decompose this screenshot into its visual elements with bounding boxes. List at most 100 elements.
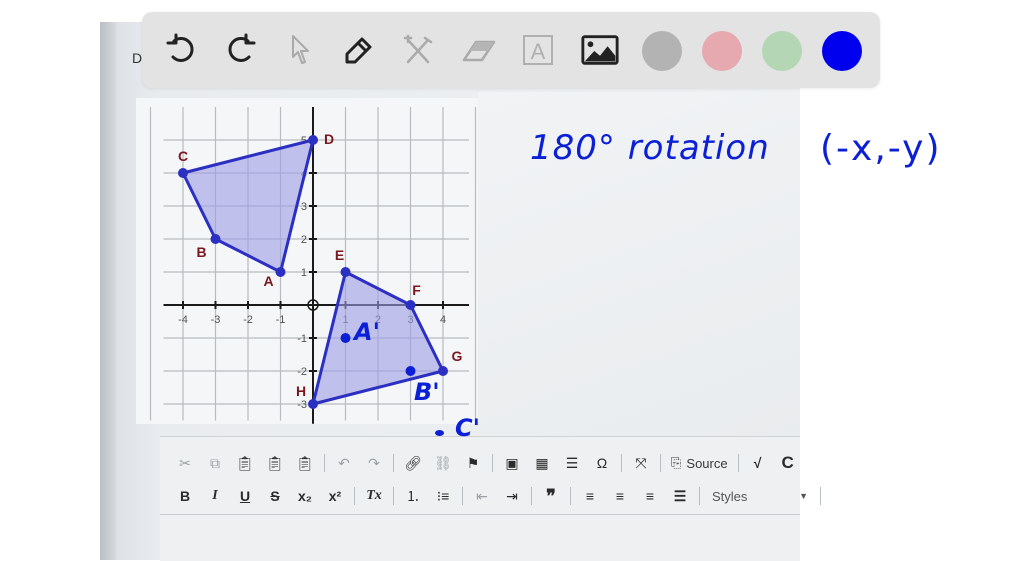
color-swatch-blue[interactable]	[822, 31, 862, 71]
horizontal-rule-button[interactable]: ☰	[557, 451, 587, 475]
paste-word-button[interactable]: 📋︎	[290, 451, 320, 475]
vertex-e	[340, 267, 351, 277]
document-partial-text: D	[132, 50, 143, 66]
image-icon: ▣	[505, 454, 519, 471]
color-swatch-pink[interactable]	[702, 31, 742, 71]
handwritten-c-prime: C'	[455, 414, 480, 442]
superscript-button[interactable]: x²	[320, 484, 350, 508]
y-tick-label: 1	[301, 267, 307, 279]
y-tick-label: 2	[301, 234, 307, 246]
bold-label: B	[179, 488, 191, 504]
undo-icon	[166, 33, 194, 62]
special-char-button[interactable]: Ω	[587, 451, 617, 475]
toolbar-separator	[393, 487, 394, 505]
source-icon: ⎘	[671, 455, 682, 470]
eraser-icon	[462, 40, 496, 62]
link-icon: 🔗︎	[404, 454, 422, 471]
cut-button[interactable]: ✂	[170, 451, 200, 475]
editor-undo-button[interactable]: ↶	[329, 451, 359, 475]
subscript-button[interactable]: x₂	[290, 484, 320, 508]
maximize-icon: ⤧	[635, 454, 647, 471]
arrow-right-icon: ↷	[368, 454, 380, 471]
toolbar-separator	[660, 454, 661, 472]
numbered-list-button[interactable]: ⒈	[398, 484, 428, 508]
pen-tool-button[interactable]	[338, 30, 378, 70]
underline-button[interactable]: U	[230, 484, 260, 508]
clear-format-button[interactable]: Tx	[359, 484, 389, 508]
clear-format-label: Tx	[366, 488, 382, 503]
bullet-list-button[interactable]: ⁝≡	[428, 484, 458, 508]
styles-dropdown[interactable]: Styles ▼	[704, 484, 816, 508]
insert-image-button[interactable]: ▣	[497, 451, 527, 475]
source-label: Source	[686, 455, 728, 471]
bold-button[interactable]: B	[170, 484, 200, 508]
vertex-label-d: D	[324, 131, 334, 147]
outdent-button[interactable]: ⇤	[467, 484, 497, 508]
photo-edge	[100, 22, 116, 560]
align-left-icon: ≡	[585, 488, 595, 504]
insert-table-button[interactable]: ▦	[527, 451, 557, 475]
color-swatch-gray[interactable]	[642, 31, 682, 71]
coordinate-graph: -4-3-2-1123454321-1-2-3ABCDEFGH	[149, 107, 477, 424]
align-right-button[interactable]: ≡	[635, 484, 665, 508]
graph-card: -4-3-2-1123454321-1-2-3ABCDEFGH	[136, 98, 478, 424]
italic-button[interactable]: I	[200, 484, 230, 508]
c-button[interactable]: C	[773, 451, 803, 475]
horizontal-rule-icon: ☰	[565, 454, 579, 471]
undo-button[interactable]	[162, 30, 202, 70]
unlink-icon: ⛓	[434, 454, 452, 471]
table-icon: ▦	[535, 454, 549, 471]
toolbar-separator	[462, 487, 463, 505]
toolbar-separator	[570, 487, 571, 505]
justify-icon: ☰	[673, 487, 687, 504]
vertex-d	[308, 135, 318, 145]
redo-icon	[228, 33, 256, 62]
editor-redo-button[interactable]: ↷	[359, 451, 389, 475]
toolbar-separator	[393, 454, 394, 472]
tools-button[interactable]	[398, 30, 438, 70]
paste-button[interactable]: 📋︎	[230, 451, 260, 475]
editor-toolbar-row-2: B I U S x₂ x² Tx ⒈ ⁝≡ ⇤ ⇥ ❞ ≡ ≡ ≡ ☰ Styl…	[170, 482, 825, 510]
quote-icon: ❞	[546, 485, 556, 506]
unlink-button[interactable]: ⛓	[428, 451, 458, 475]
align-center-button[interactable]: ≡	[605, 484, 635, 508]
blockquote-button[interactable]: ❞	[536, 484, 566, 508]
link-button[interactable]: 🔗︎	[398, 451, 428, 475]
select-tool-button[interactable]	[280, 30, 320, 70]
justify-button[interactable]: ☰	[665, 484, 695, 508]
eraser-tool-button[interactable]	[458, 30, 498, 70]
outdent-icon: ⇤	[476, 487, 488, 504]
text-tool-button[interactable]: A	[518, 30, 558, 70]
arrow-left-icon: ↶	[338, 454, 350, 471]
toolbar-separator	[492, 454, 493, 472]
math-button[interactable]: √	[743, 451, 773, 475]
insert-image-tool-button[interactable]	[580, 30, 620, 70]
c-prime-dot	[435, 430, 444, 436]
strikethrough-button[interactable]: S	[260, 484, 290, 508]
strike-label: S	[270, 488, 280, 504]
square-root-icon: √	[753, 455, 762, 471]
flag-icon: ⚑	[466, 454, 480, 471]
italic-label: I	[212, 488, 218, 503]
drawing-toolbar: A	[142, 12, 880, 88]
redo-button[interactable]	[220, 30, 260, 70]
vertex-h	[308, 399, 318, 409]
x-tick-label: -3	[211, 314, 221, 326]
paste-text-button[interactable]: 📋︎	[260, 451, 290, 475]
anchor-button[interactable]: ⚑	[458, 451, 488, 475]
vertex-label-h: H	[296, 383, 306, 399]
editor-toolbar-row-1: ✂ ⧉ 📋︎ 📋︎ 📋︎ ↶ ↷ 🔗︎ ⛓ ⚑ ▣ ▦ ☰ Ω ⤧ ⎘ Sourc…	[170, 449, 803, 477]
color-swatch-green[interactable]	[762, 31, 802, 71]
align-left-button[interactable]: ≡	[575, 484, 605, 508]
scissors-icon: ✂	[179, 454, 191, 471]
toolbar-separator	[354, 487, 355, 505]
vertex-label-c: C	[178, 148, 188, 164]
styles-label: Styles	[712, 488, 748, 504]
underline-label: U	[239, 488, 251, 504]
toolbar-separator	[621, 454, 622, 472]
source-button[interactable]: ⎘ Source	[665, 451, 734, 475]
toolbar-separator	[699, 487, 700, 505]
indent-button[interactable]: ⇥	[497, 484, 527, 508]
copy-button[interactable]: ⧉	[200, 451, 230, 475]
maximize-button[interactable]: ⤧	[626, 451, 656, 475]
